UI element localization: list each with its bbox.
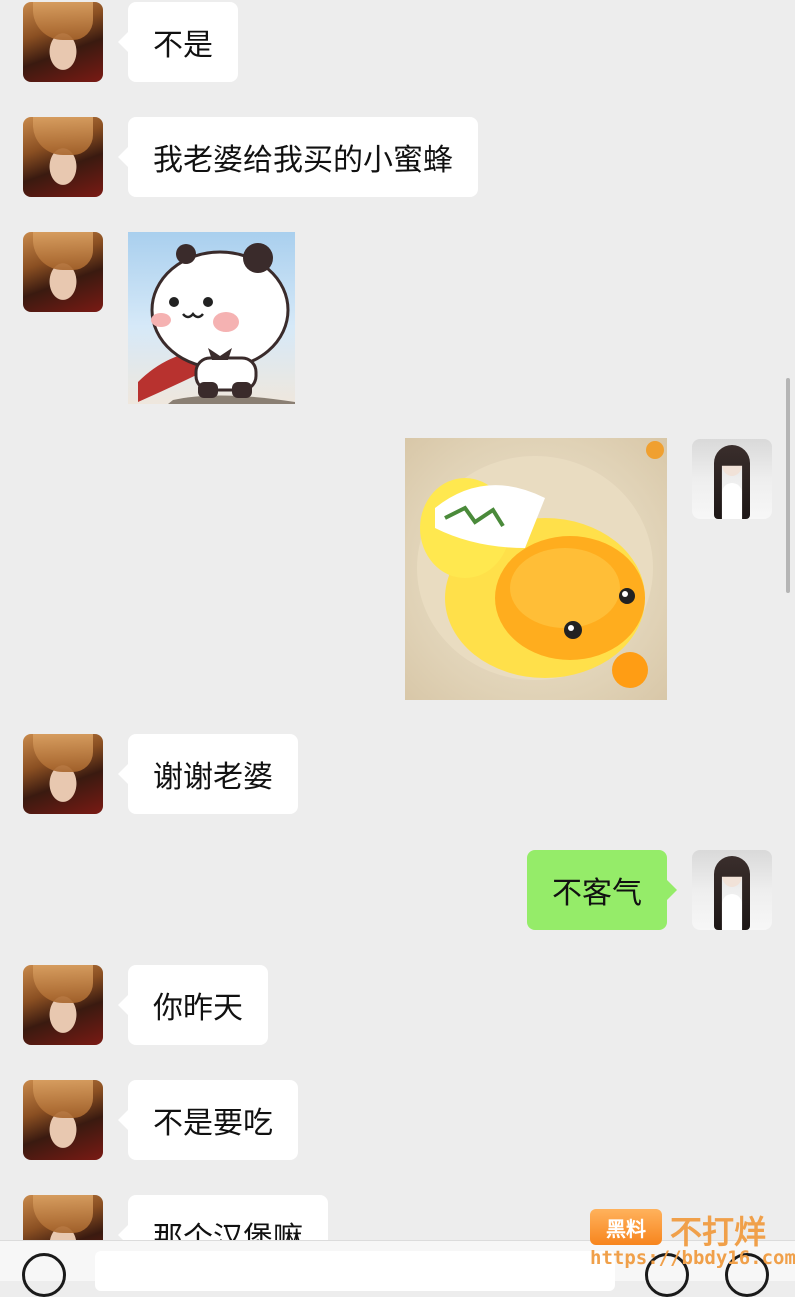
own-avatar[interactable] <box>692 439 772 519</box>
site-watermark: 黑料 不打烊 https://bbdy16.com <box>590 1205 795 1273</box>
message-bubble-outgoing[interactable]: 不客气 <box>527 850 677 930</box>
contact-avatar[interactable] <box>23 1080 103 1160</box>
message-input[interactable] <box>95 1251 615 1291</box>
chat-messages[interactable]: 不是 我老婆给我买的小蜜蜂 谢谢老婆 不客气 你昨天 不是要吃 那个汉堡嘛 <box>0 0 795 1240</box>
message-bubble-incoming[interactable]: 我老婆给我买的小蜜蜂 <box>118 117 478 197</box>
scrollbar[interactable] <box>786 378 790 593</box>
message-bubble-incoming[interactable]: 你昨天 <box>118 965 268 1045</box>
watermark-logo: 黑料 <box>590 1209 662 1245</box>
message-bubble-incoming[interactable]: 不是要吃 <box>118 1080 298 1160</box>
contact-avatar[interactable] <box>23 1195 103 1240</box>
message-bubble-incoming[interactable]: 谢谢老婆 <box>118 734 298 814</box>
contact-avatar[interactable] <box>23 2 103 82</box>
contact-avatar[interactable] <box>23 232 103 312</box>
contact-avatar[interactable] <box>23 734 103 814</box>
yellow-duck-sticker[interactable] <box>405 438 667 700</box>
message-bubble-incoming[interactable]: 那个汉堡嘛 <box>118 1195 328 1240</box>
message-bubble-incoming[interactable]: 不是 <box>118 2 238 82</box>
contact-avatar[interactable] <box>23 117 103 197</box>
watermark-url: https://bbdy16.com <box>590 1247 795 1269</box>
panda-hero-sticker[interactable] <box>128 232 295 404</box>
own-avatar[interactable] <box>692 850 772 930</box>
voice-icon[interactable] <box>22 1253 66 1297</box>
contact-avatar[interactable] <box>23 965 103 1045</box>
